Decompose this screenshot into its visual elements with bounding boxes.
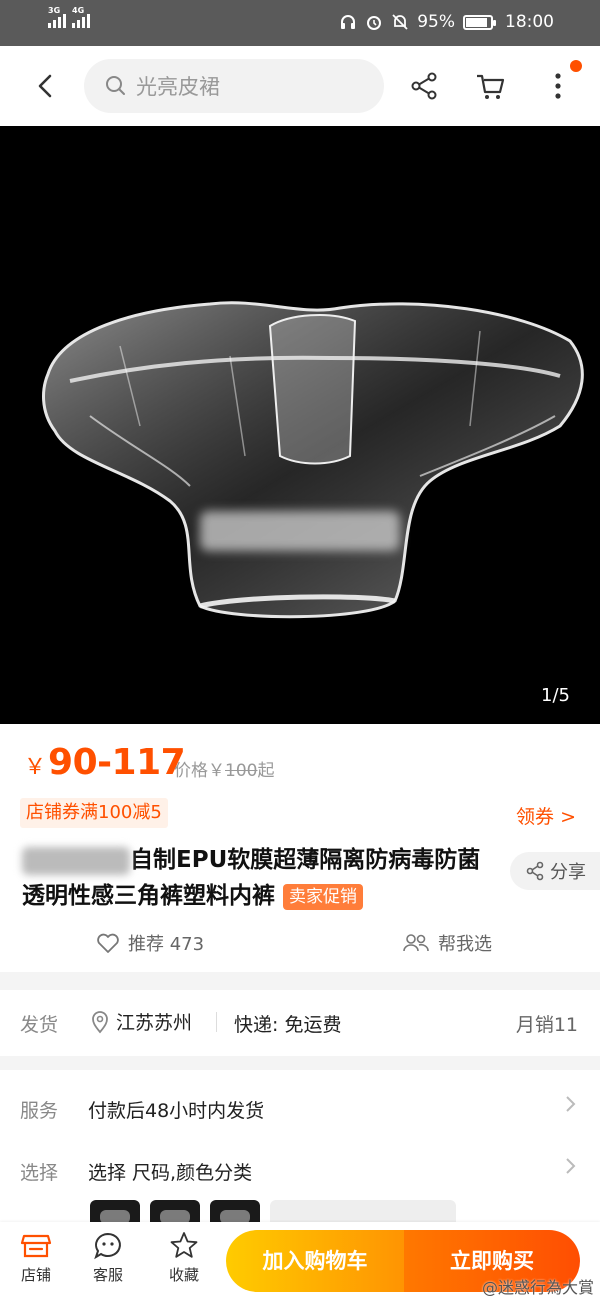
- mute-bell-icon: [392, 14, 408, 30]
- recommend-button[interactable]: 推荐 473: [96, 930, 204, 956]
- signal-icon-2: 4G: [72, 6, 90, 28]
- search-input[interactable]: 光亮皮裙: [84, 59, 384, 113]
- chevron-right-icon: [564, 1154, 578, 1184]
- battery-percent: 95%: [417, 12, 455, 32]
- back-button[interactable]: [26, 66, 66, 106]
- signal-icon-1: 3G: [48, 6, 66, 28]
- store-icon: [20, 1234, 52, 1258]
- store-tab[interactable]: 店铺: [6, 1230, 66, 1285]
- original-price-suffix: 起: [257, 761, 275, 781]
- status-bar: 3G 4G 95% 18:00: [0, 0, 600, 46]
- add-to-cart-button[interactable]: 加入购物车: [226, 1230, 404, 1292]
- product-photo: [42, 301, 584, 619]
- price-range: 90-117: [48, 742, 186, 783]
- choose-value: 选择 尺码,颜色分类: [88, 1162, 253, 1184]
- store-label: 店铺: [20, 1266, 51, 1284]
- shipping-label: 发货: [20, 1014, 59, 1036]
- product-title: 自制EPU软膜超薄隔离防病毒防菌透明性感三角裤塑料内裤 卖家促销: [22, 842, 502, 914]
- share-label: 分享: [550, 862, 586, 883]
- chevron-right-icon: [564, 1092, 578, 1122]
- favorite-tab[interactable]: 收藏: [154, 1230, 214, 1285]
- shipping-location: 江苏苏州: [90, 1008, 192, 1035]
- weibo-watermark: @迷惑行為大賞: [481, 1278, 594, 1297]
- divider: [216, 1012, 217, 1032]
- help-choose-button[interactable]: 帮我选: [402, 930, 492, 956]
- chat-face-icon: [94, 1232, 121, 1260]
- signal-group: 3G 4G: [48, 6, 90, 28]
- service-value: 付款后48小时内发货: [88, 1100, 265, 1122]
- location-text: 江苏苏州: [116, 1012, 193, 1034]
- recommend-label: 推荐 473: [128, 934, 205, 955]
- price: ￥ 90-117: [24, 742, 186, 783]
- get-coupon-link[interactable]: 领券 >: [516, 802, 576, 829]
- image-counter: 1/5: [541, 685, 570, 706]
- search-icon: [106, 76, 125, 95]
- location-pin-icon: [92, 1010, 108, 1033]
- battery-icon: [463, 14, 496, 30]
- cart-top-button[interactable]: [472, 68, 508, 104]
- original-price: 价格￥100起: [174, 756, 274, 781]
- heart-icon: [97, 933, 119, 953]
- nav-bar: 光亮皮裙: [0, 46, 600, 126]
- share-top-button[interactable]: [406, 68, 442, 104]
- store-coupon-badge[interactable]: 店铺券满100减5: [20, 798, 168, 828]
- monthly-sales: 月销11: [515, 1014, 578, 1036]
- help-choose-label: 帮我选: [438, 934, 492, 955]
- clock: 18:00: [505, 12, 554, 32]
- share-nodes-icon: [526, 861, 544, 881]
- customer-service-tab[interactable]: 客服: [78, 1230, 138, 1285]
- choose-options-row[interactable]: 选择 选择 尺码,颜色分类: [0, 1150, 600, 1190]
- people-icon: [403, 934, 429, 952]
- product-image-carousel[interactable]: 1/5: [0, 126, 600, 724]
- star-icon: [170, 1232, 198, 1258]
- more-button[interactable]: [540, 68, 576, 104]
- favorite-label: 收藏: [168, 1266, 199, 1284]
- original-price-label: 价格￥: [174, 761, 225, 781]
- shipping-card[interactable]: 发货 江苏苏州 快递: 免运费 月销11: [0, 990, 600, 1056]
- seller-promo-tag: 卖家促销: [283, 883, 364, 910]
- alarm-icon: [367, 16, 382, 30]
- blurred-brand: [22, 846, 130, 875]
- headphones-icon: [341, 15, 356, 29]
- product-info-card: ￥ 90-117 价格￥100起 店铺券满100减5 领券 > 自制EPU软膜超…: [0, 724, 600, 972]
- notification-dot: [570, 60, 582, 72]
- blurred-watermark: [200, 511, 400, 551]
- cart-icon: [477, 74, 505, 99]
- more-vertical-icon: [555, 73, 561, 99]
- service-label: 服务: [20, 1100, 59, 1122]
- original-price-value: 100: [225, 761, 258, 781]
- service-row[interactable]: 服务 付款后48小时内发货: [0, 1088, 600, 1128]
- currency-symbol: ￥: [24, 755, 47, 780]
- services-card: 服务 付款后48小时内发货 选择 选择 尺码,颜色分类: [0, 1070, 600, 1240]
- share-nodes-icon: [411, 72, 437, 100]
- choose-label: 选择: [20, 1162, 59, 1184]
- customer-service-label: 客服: [92, 1266, 123, 1284]
- chevron-left-icon: [38, 74, 52, 98]
- search-placeholder: 光亮皮裙: [136, 75, 220, 99]
- express-fee: 快递: 免运费: [234, 1014, 342, 1036]
- share-button[interactable]: 分享: [510, 852, 600, 890]
